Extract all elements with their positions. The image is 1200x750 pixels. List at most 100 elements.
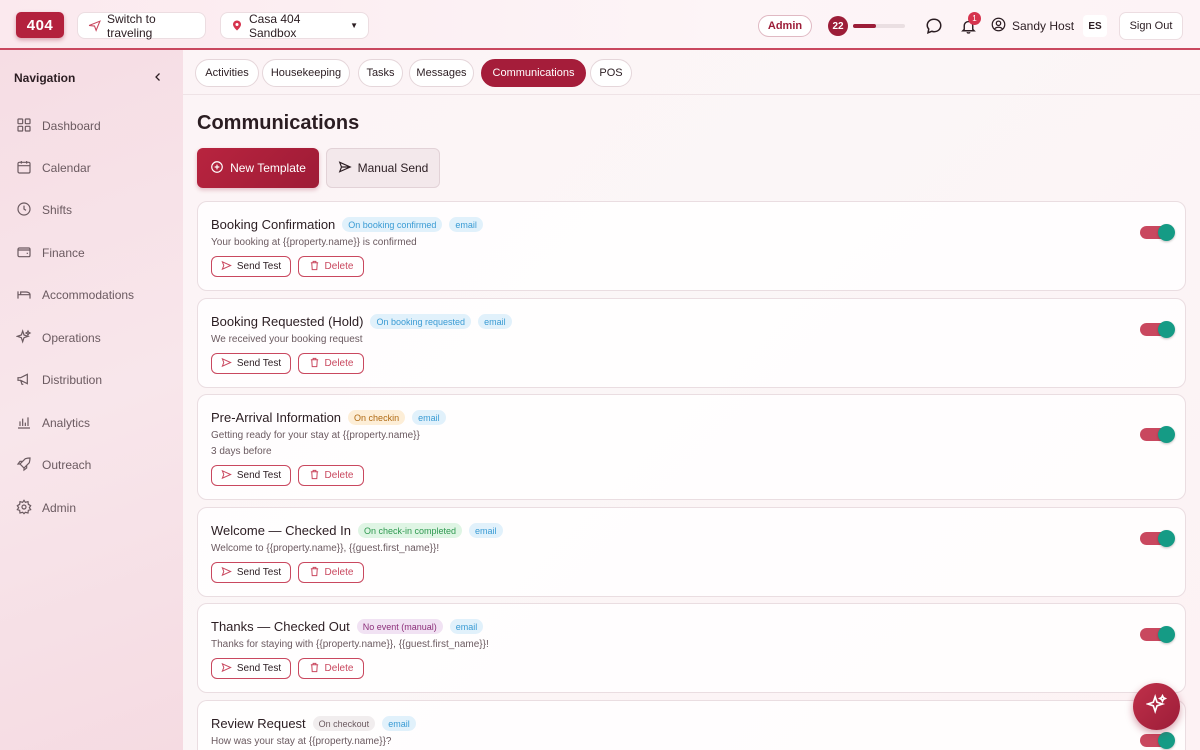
tab-communications[interactable]: Communications <box>481 59 586 87</box>
send-test-button[interactable]: Send Test <box>211 465 291 486</box>
trash-icon <box>309 469 320 483</box>
ai-assistant-button[interactable] <box>1133 683 1180 730</box>
send-icon <box>221 357 232 371</box>
template-enabled-toggle[interactable] <box>1140 626 1175 643</box>
sidebar-item-outreach[interactable]: Outreach <box>16 454 91 476</box>
manual-send-button[interactable]: Manual Send <box>326 148 440 188</box>
tab-pos[interactable]: POS <box>590 59 632 87</box>
language-toggle[interactable]: ES <box>1083 15 1107 37</box>
sidebar-item-label: Dashboard <box>42 119 101 133</box>
collapse-sidebar-icon[interactable] <box>152 70 164 89</box>
sidebar-item-label: Calendar <box>42 161 91 175</box>
trigger-badge: On checkin <box>348 410 406 425</box>
level-indicator: 22 <box>828 14 910 38</box>
app-logo[interactable]: 404 <box>16 12 64 38</box>
sidebar: Navigation Dashboard Calendar Shifts Fin… <box>0 50 183 750</box>
tab-tasks[interactable]: Tasks <box>358 59 403 87</box>
delete-button[interactable]: Delete <box>298 256 364 277</box>
toggle-knob <box>1158 626 1175 643</box>
sidebar-item-calendar[interactable]: Calendar <box>16 157 91 179</box>
bar-chart-icon <box>16 414 32 433</box>
delete-button[interactable]: Delete <box>298 465 364 486</box>
sidebar-item-label: Analytics <box>42 416 91 430</box>
send-test-button[interactable]: Send Test <box>211 562 291 583</box>
switch-to-traveling-button[interactable]: Switch to traveling <box>77 11 206 40</box>
sidebar-item-label: Outreach <box>42 458 92 472</box>
sidebar-item-label: Shifts <box>42 203 73 217</box>
trash-icon <box>309 662 320 676</box>
template-enabled-toggle[interactable] <box>1140 426 1175 443</box>
top-bar: 404 Switch to traveling Casa 404 Sandbox… <box>0 0 1200 50</box>
sidebar-item-accommodations[interactable]: Accommodations <box>16 284 134 306</box>
channel-badge: email <box>412 410 446 425</box>
bed-icon <box>16 286 32 305</box>
level-progress-bar <box>853 24 905 28</box>
delete-button[interactable]: Delete <box>298 562 364 583</box>
delete-button[interactable]: Delete <box>298 353 364 374</box>
template-enabled-toggle[interactable] <box>1140 732 1175 749</box>
send-test-label: Send Test <box>236 567 282 578</box>
delete-label: Delete <box>324 358 354 369</box>
toggle-knob <box>1158 426 1175 443</box>
template-enabled-toggle[interactable] <box>1140 224 1175 241</box>
page-title: Communications <box>197 112 360 134</box>
sparkles-icon <box>15 328 32 348</box>
template-title: Pre-Arrival Information <box>211 410 342 425</box>
template-enabled-toggle[interactable] <box>1140 321 1175 338</box>
trigger-badge: No event (manual) <box>356 619 443 634</box>
template-title: Thanks — Checked Out <box>211 619 350 634</box>
caret-down-icon: ▼ <box>350 21 358 30</box>
sidebar-item-distribution[interactable]: Distribution <box>16 369 102 391</box>
send-icon <box>221 260 232 274</box>
user-menu[interactable]: Sandy Host <box>991 17 1074 35</box>
sidebar-item-dashboard[interactable]: Dashboard <box>16 115 101 137</box>
template-description: Getting ready for your stay at {{propert… <box>211 430 420 441</box>
send-icon <box>221 566 232 580</box>
template-enabled-toggle[interactable] <box>1140 530 1175 547</box>
sidebar-item-label: Finance <box>42 246 85 260</box>
sign-out-button[interactable]: Sign Out <box>1119 12 1183 40</box>
template-description: Your booking at {{property.name}} is con… <box>211 237 417 248</box>
chat-icon[interactable] <box>924 16 944 36</box>
send-test-button[interactable]: Send Test <box>211 658 291 679</box>
tab-activities[interactable]: Activities <box>195 59 259 87</box>
sidebar-item-admin[interactable]: Admin <box>16 497 76 519</box>
channel-badge: email <box>449 217 483 232</box>
trash-icon <box>309 357 320 371</box>
property-selector[interactable]: Casa 404 Sandbox ▼ <box>220 12 369 40</box>
template-description: We received your booking request <box>211 334 363 345</box>
template-description: Welcome to {{property.name}}, {{guest.fi… <box>211 543 440 554</box>
send-test-button[interactable]: Send Test <box>211 256 291 277</box>
toggle-knob <box>1158 321 1175 338</box>
sidebar-title: Navigation <box>14 71 76 85</box>
delete-label: Delete <box>324 261 354 272</box>
sidebar-item-analytics[interactable]: Analytics <box>16 412 90 434</box>
plus-circle-icon <box>210 160 224 177</box>
new-template-button[interactable]: New Template <box>197 148 319 188</box>
send-icon <box>338 160 352 177</box>
sparkles-icon <box>1144 693 1168 720</box>
sidebar-item-shifts[interactable]: Shifts <box>16 199 72 221</box>
clock-icon <box>16 201 32 220</box>
tab-housekeeping[interactable]: Housekeeping <box>262 59 350 87</box>
megaphone-icon <box>16 371 32 390</box>
grid-icon <box>16 117 32 136</box>
send-test-button[interactable]: Send Test <box>211 353 291 374</box>
channel-badge: email <box>468 523 503 538</box>
trigger-badge: On check-in completed <box>357 523 462 538</box>
sidebar-item-finance[interactable]: Finance <box>16 242 85 264</box>
user-icon <box>991 17 1006 35</box>
tab-messages[interactable]: Messages <box>409 59 474 87</box>
sidebar-item-label: Admin <box>42 501 77 515</box>
template-card: Welcome — Checked In On check-in complet… <box>197 507 1186 597</box>
map-pin-icon <box>231 19 243 32</box>
delete-button[interactable]: Delete <box>298 658 364 679</box>
role-badge: Admin <box>758 15 812 37</box>
tabs-divider <box>183 94 1200 95</box>
template-card: Review Request On checkout email How was… <box>197 700 1186 750</box>
sidebar-item-operations[interactable]: Operations <box>15 327 101 349</box>
switch-label: Switch to traveling <box>107 11 156 40</box>
channel-badge: email <box>449 619 484 634</box>
sidebar-item-label: Operations <box>42 331 101 345</box>
send-test-label: Send Test <box>236 261 282 272</box>
